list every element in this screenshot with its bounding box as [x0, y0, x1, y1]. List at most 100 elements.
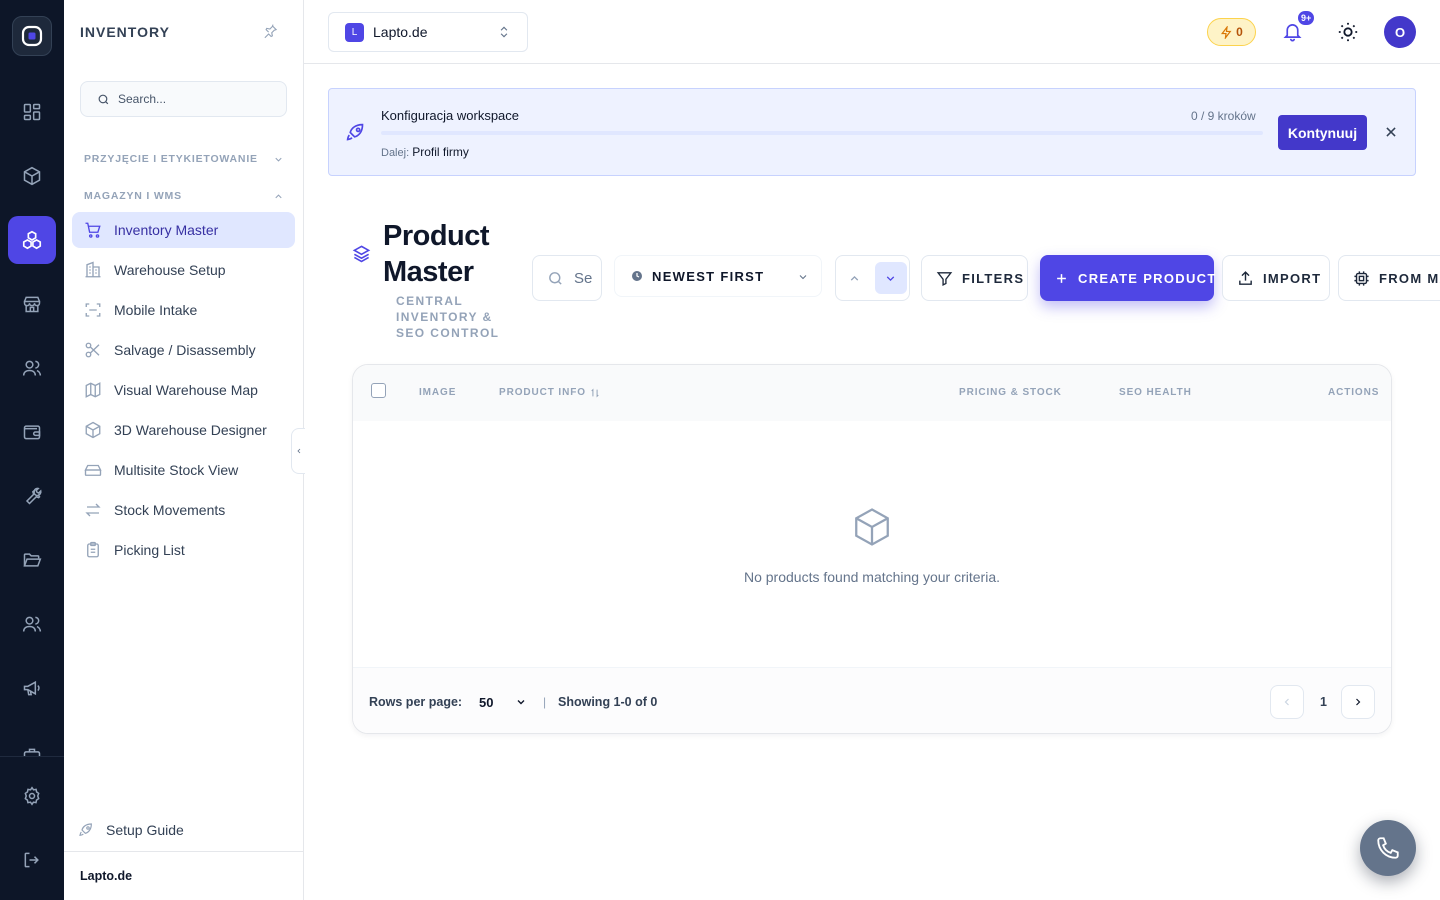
sidebar-item-stock-movements[interactable]: Stock Movements — [72, 492, 295, 528]
wallet-icon[interactable] — [8, 408, 56, 456]
column-product-info[interactable]: PRODUCT INFO — [499, 387, 600, 398]
map-icon — [84, 381, 102, 399]
column-seo-health: SEO HEALTH — [1119, 387, 1192, 398]
pin-icon[interactable] — [263, 24, 278, 39]
layers-icon — [352, 244, 371, 263]
import-label: IMPORT — [1263, 270, 1322, 286]
settings-gear-icon[interactable] — [8, 772, 56, 820]
users-icon[interactable] — [8, 344, 56, 392]
sidebar-search[interactable] — [80, 81, 287, 117]
rows-per-page-select[interactable]: 50 — [467, 687, 531, 717]
column-label: ACTIONS — [1328, 387, 1380, 398]
package-icon[interactable] — [8, 152, 56, 200]
section-label: MAGAZYN I WMS — [84, 190, 182, 202]
rocket-icon — [78, 822, 94, 838]
empty-state-message: No products found matching your criteria… — [743, 569, 1000, 585]
workspace-switcher[interactable]: L Lapto.de — [328, 12, 528, 52]
next-page-button[interactable] — [1341, 685, 1375, 719]
cube-icon — [84, 421, 102, 439]
filters-button[interactable]: FILTERS — [921, 255, 1028, 301]
upload-icon — [1237, 270, 1254, 287]
sidebar-item-label: Visual Warehouse Map — [114, 382, 258, 398]
inventory-boxes-icon[interactable] — [8, 216, 56, 264]
rows-per-page-value: 50 — [479, 694, 494, 710]
close-icon[interactable] — [1384, 125, 1398, 139]
credits-badge[interactable]: 0 — [1207, 18, 1256, 46]
search-icon — [547, 270, 564, 287]
sort-ascending-button[interactable] — [839, 262, 871, 294]
rail-overflow — [0, 734, 64, 756]
import-button[interactable]: IMPORT — [1222, 255, 1330, 301]
sidebar-item-picking-list[interactable]: Picking List — [72, 532, 295, 568]
top-bar: L Lapto.de 0 9+ O — [304, 0, 1440, 64]
sidebar-item-label: Inventory Master — [114, 222, 219, 238]
sidebar-item-visual-map[interactable]: Visual Warehouse Map — [72, 372, 295, 408]
banner-step-count: 0 / 9 kroków — [1191, 109, 1256, 123]
product-search-input[interactable] — [574, 269, 592, 287]
setup-guide-link[interactable]: Setup Guide — [78, 822, 184, 838]
clock-icon — [631, 270, 643, 282]
store-icon[interactable] — [8, 280, 56, 328]
filters-label: FILTERS — [962, 270, 1025, 286]
app-logo-icon[interactable] — [12, 16, 52, 56]
page-title: Product Master — [383, 220, 490, 288]
table-header: IMAGE PRODUCT INFO PRICING & STOCK SEO H… — [353, 365, 1391, 421]
empty-box-icon — [851, 505, 893, 549]
column-pricing-stock: PRICING & STOCK — [959, 387, 1062, 398]
sidebar-item-salvage[interactable]: Salvage / Disassembly — [72, 332, 295, 368]
chevron-updown-icon — [497, 24, 511, 40]
workspace-name: Lapto.de — [373, 24, 428, 40]
wrench-icon[interactable] — [8, 472, 56, 520]
create-product-button[interactable]: CREATE PRODUCT — [1040, 255, 1217, 301]
from-marketplace-button[interactable]: FROM MA — [1338, 255, 1440, 301]
create-product-label: CREATE PRODUCT — [1078, 270, 1217, 286]
showing-count: Showing 1-0 of 0 — [558, 695, 658, 709]
sidebar-item-3d-designer[interactable]: 3D Warehouse Designer — [72, 412, 295, 448]
user-avatar[interactable]: O — [1384, 16, 1416, 48]
sidebar-item-warehouse-setup[interactable]: Warehouse Setup — [72, 252, 295, 288]
app-icon-rail — [0, 0, 64, 900]
page-subtitle: CENTRAL INVENTORY & SEO CONTROL — [396, 294, 500, 340]
team-icon[interactable] — [8, 600, 56, 648]
building-icon — [84, 261, 102, 279]
sidebar-item-label: Stock Movements — [114, 502, 226, 518]
sidebar-item-label: Multisite Stock View — [114, 462, 239, 478]
prev-page-button[interactable] — [1270, 685, 1304, 719]
folder-open-icon[interactable] — [8, 536, 56, 584]
select-all-checkbox[interactable] — [371, 383, 386, 398]
sidebar-item-label: Mobile Intake — [114, 302, 198, 318]
product-search[interactable] — [532, 255, 602, 301]
banner-next-step: Dalej: Profil firmy — [381, 145, 469, 159]
sidebar-item-inventory-master[interactable]: Inventory Master — [72, 212, 295, 248]
section-magazyn[interactable]: MAGAZYN I WMS — [84, 190, 284, 202]
next-prefix: Dalej: — [381, 147, 410, 159]
sort-order-toggle — [835, 255, 910, 301]
sun-icon[interactable] — [1337, 21, 1359, 43]
notification-badge: 9+ — [1297, 10, 1316, 26]
megaphone-icon[interactable] — [8, 664, 56, 712]
sort-descending-button[interactable] — [874, 262, 907, 294]
section-przyjecie[interactable]: PRZYJĘCIE I ETYKIETOWANIE — [84, 153, 284, 165]
sidebar-item-label: Picking List — [114, 542, 185, 558]
briefcase-icon[interactable] — [8, 734, 56, 756]
sidebar-item-multisite[interactable]: Multisite Stock View — [72, 452, 295, 488]
plus-icon — [1054, 271, 1069, 286]
logout-icon[interactable] — [8, 836, 56, 884]
sidebar-item-mobile-intake[interactable]: Mobile Intake — [72, 292, 295, 328]
arrows-swap-icon — [84, 501, 102, 519]
dashboard-icon[interactable] — [8, 88, 56, 136]
sidebar-search-input[interactable] — [118, 92, 268, 106]
hard-drive-icon — [84, 461, 102, 479]
chevron-down-icon — [273, 154, 284, 165]
continue-button[interactable]: Kontynuuj — [1278, 115, 1367, 150]
workspace-badge: L — [345, 22, 364, 42]
current-page-number[interactable]: 1 — [1320, 695, 1327, 709]
phone-icon[interactable] — [1360, 820, 1416, 876]
cart-icon — [84, 221, 102, 239]
column-label: PRODUCT INFO — [499, 387, 586, 398]
sidebar-collapse-handle[interactable] — [291, 428, 305, 474]
sidebar-item-label: Salvage / Disassembly — [114, 342, 256, 358]
sort-select[interactable]: NEWEST FIRST — [614, 255, 822, 297]
onboarding-banner: Konfiguracja workspace 0 / 9 kroków Dale… — [328, 88, 1416, 176]
chip-icon — [1353, 270, 1370, 287]
